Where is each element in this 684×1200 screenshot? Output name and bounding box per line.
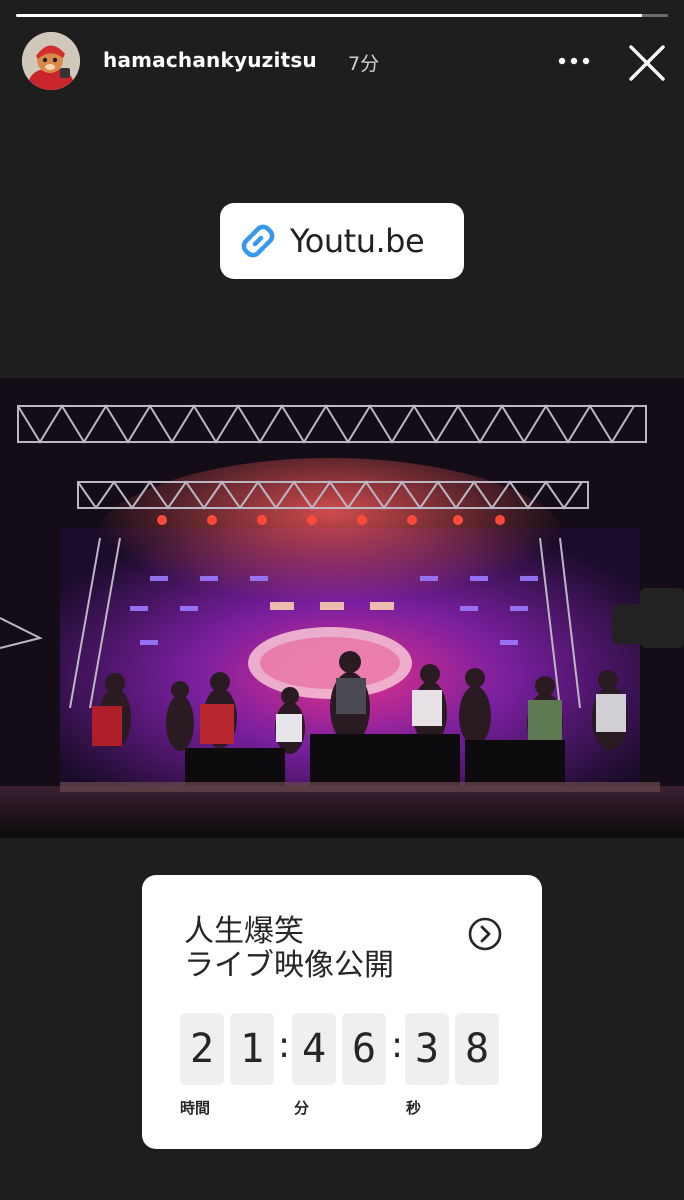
countdown-title-line2: ライブ映像公開 [184,948,394,983]
chevron-right-circle-icon[interactable] [468,917,502,951]
story-timestamp: 7分 [348,53,380,75]
countdown-hours-digit-1: 2 [180,1013,224,1085]
story-progress-bar [16,14,668,17]
countdown-colon: : [278,1025,291,1066]
more-options-button[interactable] [554,44,594,78]
story-username[interactable]: hamachankyuzitsu [103,48,317,72]
countdown-hours-label: 時間 [180,1099,211,1117]
concert-stage-photo [0,378,684,838]
countdown-title-line1: 人生爆笑 [184,914,304,949]
countdown-minutes-label: 分 [294,1099,310,1117]
avatar[interactable] [22,32,80,90]
countdown-title: 人生爆笑 ライブ映像公開 [184,915,394,983]
story-header: hamachankyuzitsu 7分 [0,30,684,94]
countdown-minutes-digit-1: 4 [292,1013,336,1085]
link-sticker[interactable]: Youtu.be [220,203,464,279]
countdown-colon: : [391,1025,404,1066]
link-icon [241,224,275,258]
countdown-seconds-digit-2: 8 [455,1013,499,1085]
more-horizontal-icon [558,57,590,65]
countdown-seconds-digit-1: 3 [405,1013,449,1085]
countdown-seconds-label: 秒 [406,1099,422,1117]
link-sticker-label: Youtu.be [290,222,425,260]
countdown-hours-digit-2: 1 [230,1013,274,1085]
countdown-sticker[interactable]: 人生爆笑 ライブ映像公開 2 1 : 4 6 : 3 8 時間 分 秒 [142,875,542,1149]
story-progress-fill [16,14,642,17]
close-icon [629,45,665,81]
close-button[interactable] [624,40,670,86]
countdown-minutes-digit-2: 6 [342,1013,386,1085]
